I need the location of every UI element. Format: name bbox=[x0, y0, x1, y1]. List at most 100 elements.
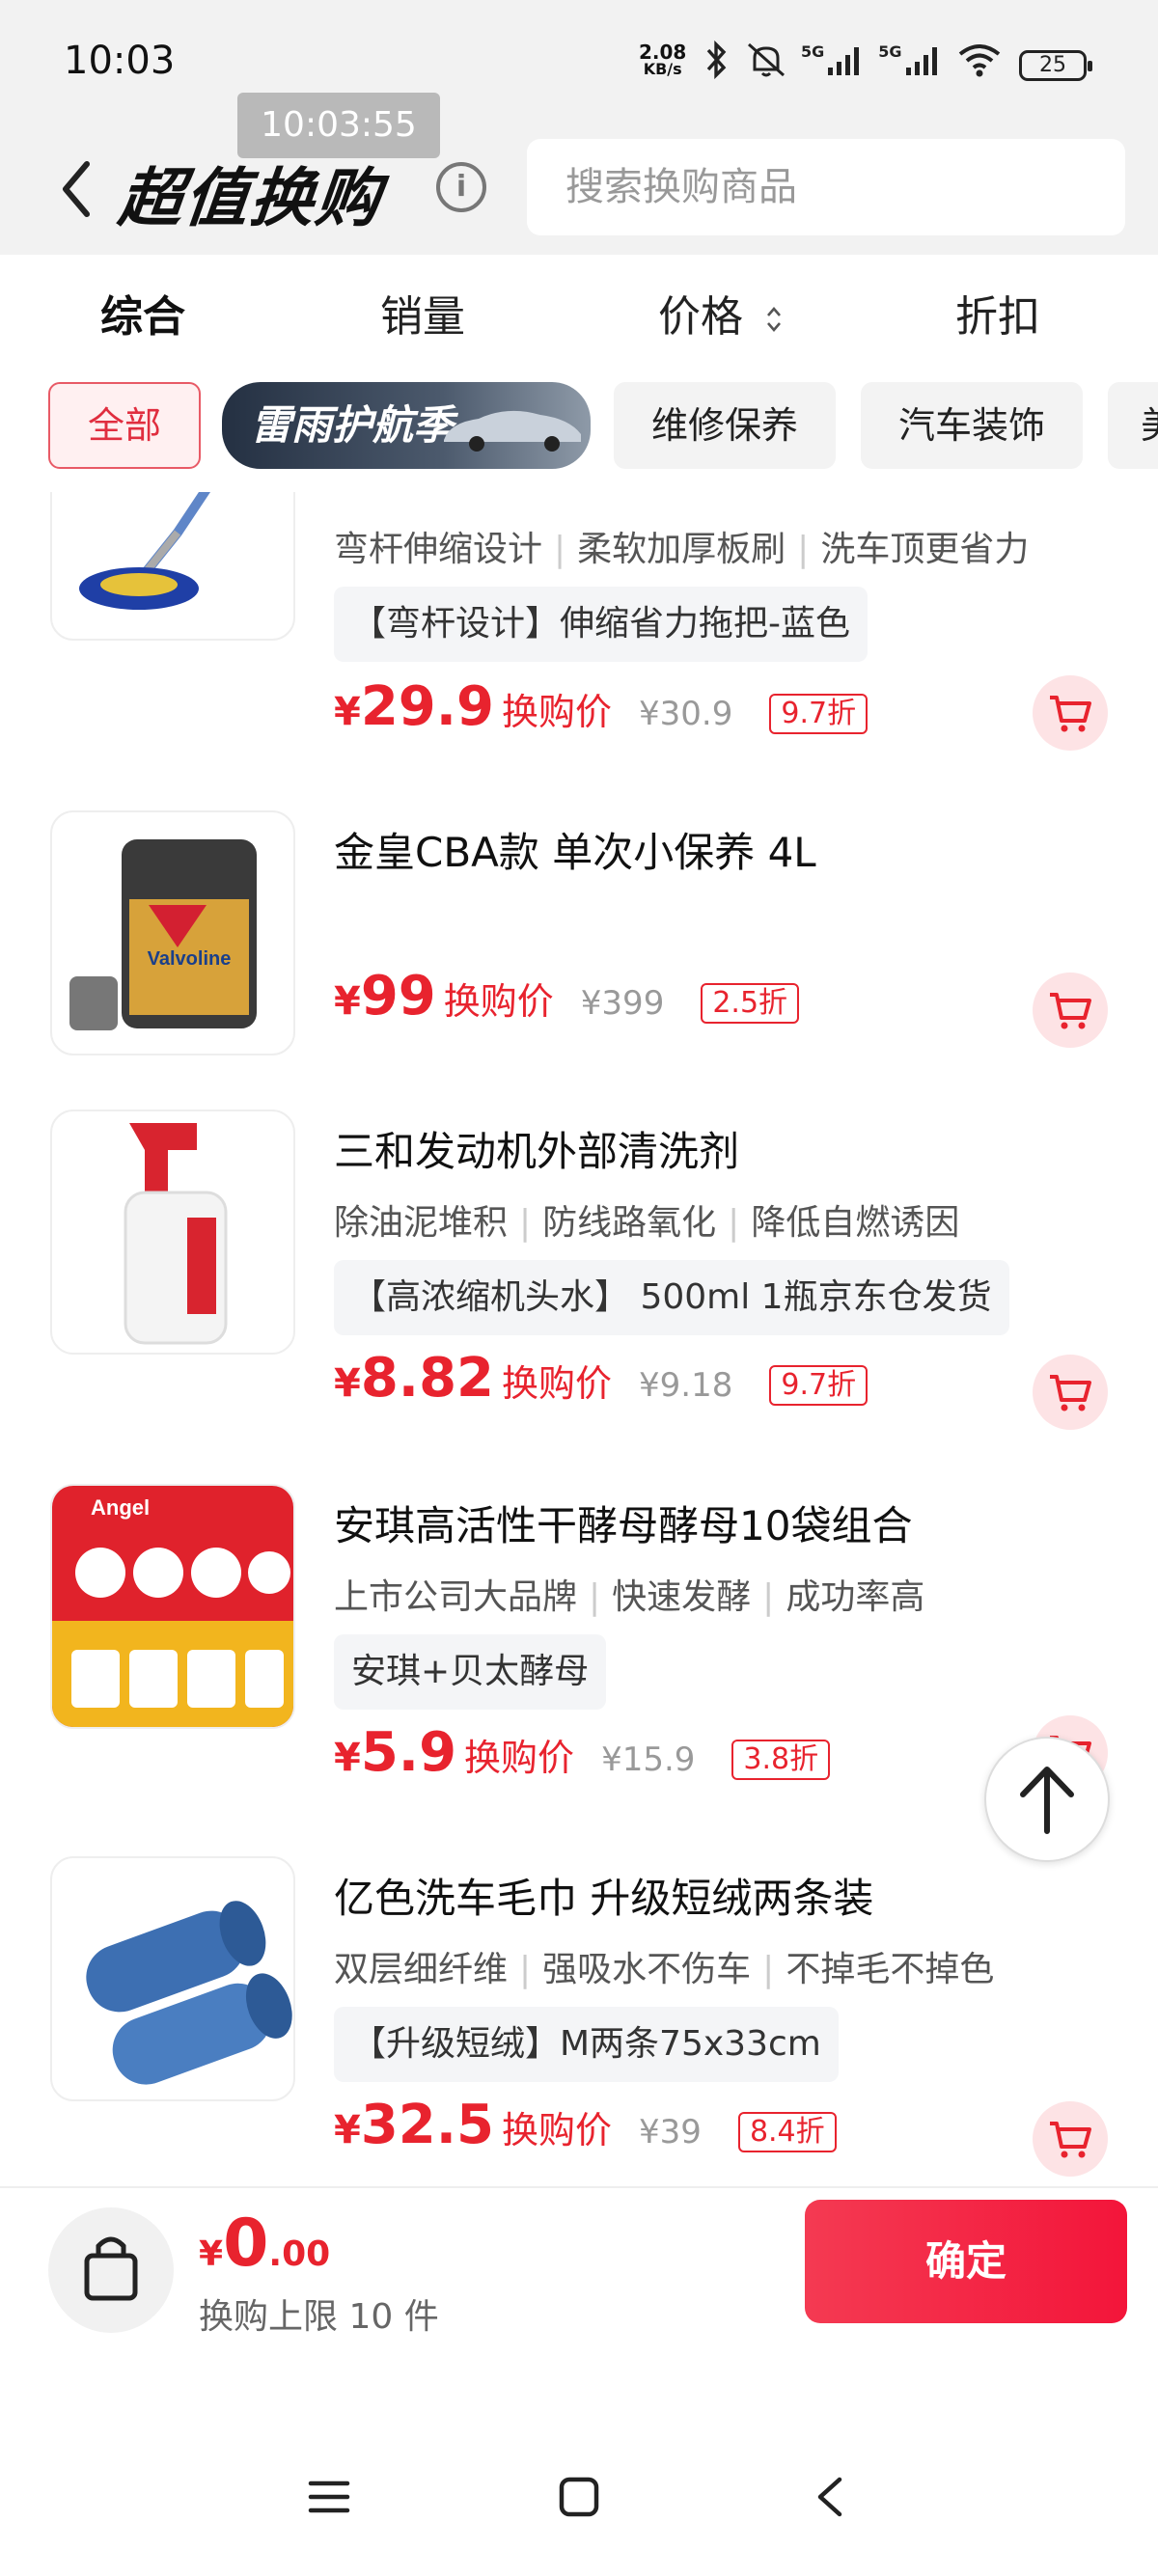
system-nav-bar bbox=[0, 2341, 1158, 2576]
exchange-price-tag: 换购价 bbox=[502, 1362, 613, 1405]
currency-symbol: ¥ bbox=[334, 690, 361, 734]
currency-symbol: ¥ bbox=[334, 979, 361, 1024]
exchange-limit-text: 换购上限 10 件 bbox=[199, 2297, 439, 2337]
category-chips: 全部 雷雨护航季 维修保养 汽车装饰 美 bbox=[0, 363, 1158, 492]
chip-car-decoration[interactable]: 汽车装饰 bbox=[861, 382, 1083, 469]
product-name[interactable]: 安琪高活性干酵母酵母10袋组合 bbox=[334, 1494, 912, 1552]
add-to-cart-button[interactable] bbox=[1033, 1355, 1108, 1430]
discount-badge: 8.4折 bbox=[737, 2112, 837, 2152]
discount-badge: 2.5折 bbox=[701, 983, 800, 1024]
chip-all[interactable]: 全部 bbox=[48, 382, 201, 469]
feature-text: 除油泥堆积 bbox=[334, 1203, 509, 1243]
search-input[interactable]: 搜索换购商品 bbox=[527, 139, 1125, 235]
currency-symbol: ¥ bbox=[334, 1361, 361, 1406]
product-features: 除油泥堆积 | 防线路氧化 | 降低自燃诱因 bbox=[334, 1203, 960, 1243]
exchange-price-tag: 换购价 bbox=[464, 1737, 575, 1779]
product-image-towel[interactable] bbox=[50, 1856, 295, 2101]
wifi-icon bbox=[958, 44, 1000, 77]
confirm-button[interactable]: 确定 bbox=[805, 2200, 1127, 2323]
feature-text: 强吸水不伤车 bbox=[542, 1950, 752, 1989]
add-to-cart-button[interactable] bbox=[1033, 973, 1108, 1048]
product-item[interactable]: 亿色洗车毛巾 升级短绒两条装 双层细纤维 | 强吸水不伤车 | 不掉毛不掉色 【升级短绒… bbox=[0, 1856, 1158, 2186]
feature-text: 快速发酵 bbox=[612, 1577, 752, 1617]
sort-tab-discount[interactable]: 折扣 bbox=[955, 282, 1040, 343]
back-button[interactable] bbox=[52, 154, 100, 222]
total-price: ¥0.00 bbox=[199, 2206, 330, 2282]
sort-tab-price[interactable]: 价格 bbox=[658, 282, 784, 343]
page-header: 超值换购 i 搜索换购商品 bbox=[0, 125, 1158, 255]
original-price: ¥9.18 bbox=[639, 1366, 733, 1405]
product-item[interactable]: 三和发动机外部清洗剂 除油泥堆积 | 防线路氧化 | 降低自燃诱因 【高浓缩机头水】 5… bbox=[0, 1110, 1158, 1447]
sort-tab-price-label: 价格 bbox=[658, 292, 743, 342]
info-icon[interactable]: i bbox=[436, 162, 486, 212]
product-features: 双层细纤维 | 强吸水不伤车 | 不掉毛不掉色 bbox=[334, 1950, 995, 1989]
price-line: ¥ 8.82 换购价 ¥9.18 9.7折 bbox=[334, 1347, 868, 1424]
chip-thunderstorm-season[interactable]: 雷雨护航季 bbox=[222, 382, 591, 469]
signal-label-1: 5G bbox=[801, 42, 825, 61]
feature-text: 双层细纤维 bbox=[334, 1950, 509, 1989]
clock-overlay: 10:03:55 bbox=[237, 93, 440, 158]
product-item[interactable]: 弯杆伸缩设计 | 柔软加厚板刷 | 洗车顶更省力 【弯杆设计】伸缩省力拖把-蓝色 bbox=[0, 492, 1158, 666]
currency-symbol: ¥ bbox=[334, 2108, 361, 2152]
product-spec[interactable]: 【升级短绒】M两条75x33cm bbox=[334, 2007, 839, 2082]
chevron-left-icon bbox=[63, 161, 90, 217]
signal-5g-icon-2: 5G bbox=[878, 42, 942, 77]
product-spec[interactable]: 安琪+贝太酵母 bbox=[334, 1634, 607, 1710]
price-line: ¥ 29.9 换购价 ¥30.9 9.7折 bbox=[334, 675, 868, 753]
exchange-price-tag: 换购价 bbox=[502, 2109, 613, 2151]
mop-image bbox=[79, 492, 211, 610]
sort-arrows-icon bbox=[767, 307, 781, 332]
product-image-cleaner[interactable] bbox=[50, 1110, 295, 1355]
exchange-price: 29.9 bbox=[360, 675, 495, 738]
product-name[interactable]: 三和发动机外部清洗剂 bbox=[334, 1119, 739, 1178]
cart-icon bbox=[1050, 1375, 1091, 1411]
exchange-price: 5.9 bbox=[360, 1721, 457, 1784]
product-spec[interactable]: 【高浓缩机头水】 500ml 1瓶京东仓发货 bbox=[334, 1260, 1009, 1335]
feature-text: 防线路氧化 bbox=[542, 1203, 717, 1243]
sort-tabs: 综合 销量 价格 折扣 bbox=[0, 255, 1158, 363]
price-line: ¥ 99 换购价 ¥399 2.5折 bbox=[334, 965, 800, 1042]
add-to-cart-button[interactable] bbox=[1033, 2101, 1108, 2177]
exchange-price: 99 bbox=[360, 965, 436, 1028]
product-image-mop[interactable] bbox=[50, 492, 295, 641]
feature-text: 成功率高 bbox=[786, 1577, 925, 1617]
page-title: 超值换购 bbox=[115, 161, 386, 235]
product-name[interactable]: 亿色洗车毛巾 升级短绒两条装 bbox=[334, 1866, 873, 1925]
chip-beauty[interactable]: 美 bbox=[1108, 382, 1158, 469]
product-image-yeast[interactable]: Angel bbox=[50, 1484, 295, 1729]
currency-symbol: ¥ bbox=[334, 1736, 361, 1780]
feature-text: 降低自燃诱因 bbox=[751, 1203, 960, 1243]
shopping-bag-icon bbox=[84, 2236, 138, 2301]
sort-tab-sales[interactable]: 销量 bbox=[380, 282, 465, 343]
product-spec[interactable]: 【弯杆设计】伸缩省力拖把-蓝色 bbox=[334, 587, 868, 662]
product-list[interactable]: 弯杆伸缩设计 | 柔软加厚板刷 | 洗车顶更省力 【弯杆设计】伸缩省力拖把-蓝色 ¥ 2… bbox=[0, 492, 1158, 2186]
back-to-top-button[interactable] bbox=[984, 1737, 1110, 1862]
exchange-price-tag: 换购价 bbox=[443, 980, 554, 1023]
back-nav-icon[interactable] bbox=[813, 2476, 847, 2518]
feature-text: 上市公司大品牌 bbox=[334, 1577, 578, 1617]
sort-tab-comprehensive[interactable]: 综合 bbox=[100, 282, 185, 343]
original-price: ¥39 bbox=[639, 2113, 702, 2151]
discount-badge: 9.7折 bbox=[769, 694, 868, 734]
feature-text: 柔软加厚板刷 bbox=[577, 530, 786, 569]
product-item[interactable]: Valvoline 金皇CBA款 单次小保养 4L ¥ 99 换购价 ¥399 … bbox=[0, 810, 1158, 1071]
arrow-up-icon bbox=[1020, 1767, 1074, 1834]
exchange-price: 32.5 bbox=[360, 2094, 495, 2156]
svg-text:Angel: Angel bbox=[91, 1495, 150, 1520]
signal-5g-icon-1: 5G bbox=[801, 42, 865, 77]
product-features: 上市公司大品牌 | 快速发酵 | 成功率高 bbox=[334, 1577, 925, 1617]
oil-bottle-image: Valvoline bbox=[69, 839, 257, 1030]
original-price: ¥399 bbox=[580, 984, 665, 1023]
chip-banner-label: 雷雨护航季 bbox=[251, 401, 455, 449]
price-line: ¥ 32.5 换购价 ¥39 8.4折 bbox=[334, 2094, 837, 2171]
bag-button[interactable] bbox=[48, 2207, 174, 2333]
menu-icon[interactable] bbox=[307, 2476, 351, 2518]
chip-maintenance[interactable]: 维修保养 bbox=[614, 382, 836, 469]
total-currency: ¥ bbox=[199, 2234, 224, 2274]
towel-image bbox=[86, 1901, 292, 2085]
home-icon[interactable] bbox=[558, 2476, 600, 2518]
add-to-cart-button[interactable] bbox=[1033, 675, 1108, 751]
car-icon bbox=[444, 410, 581, 452]
product-image-oil[interactable]: Valvoline bbox=[50, 810, 295, 1055]
product-name[interactable]: 金皇CBA款 单次小保养 4L bbox=[334, 820, 816, 879]
